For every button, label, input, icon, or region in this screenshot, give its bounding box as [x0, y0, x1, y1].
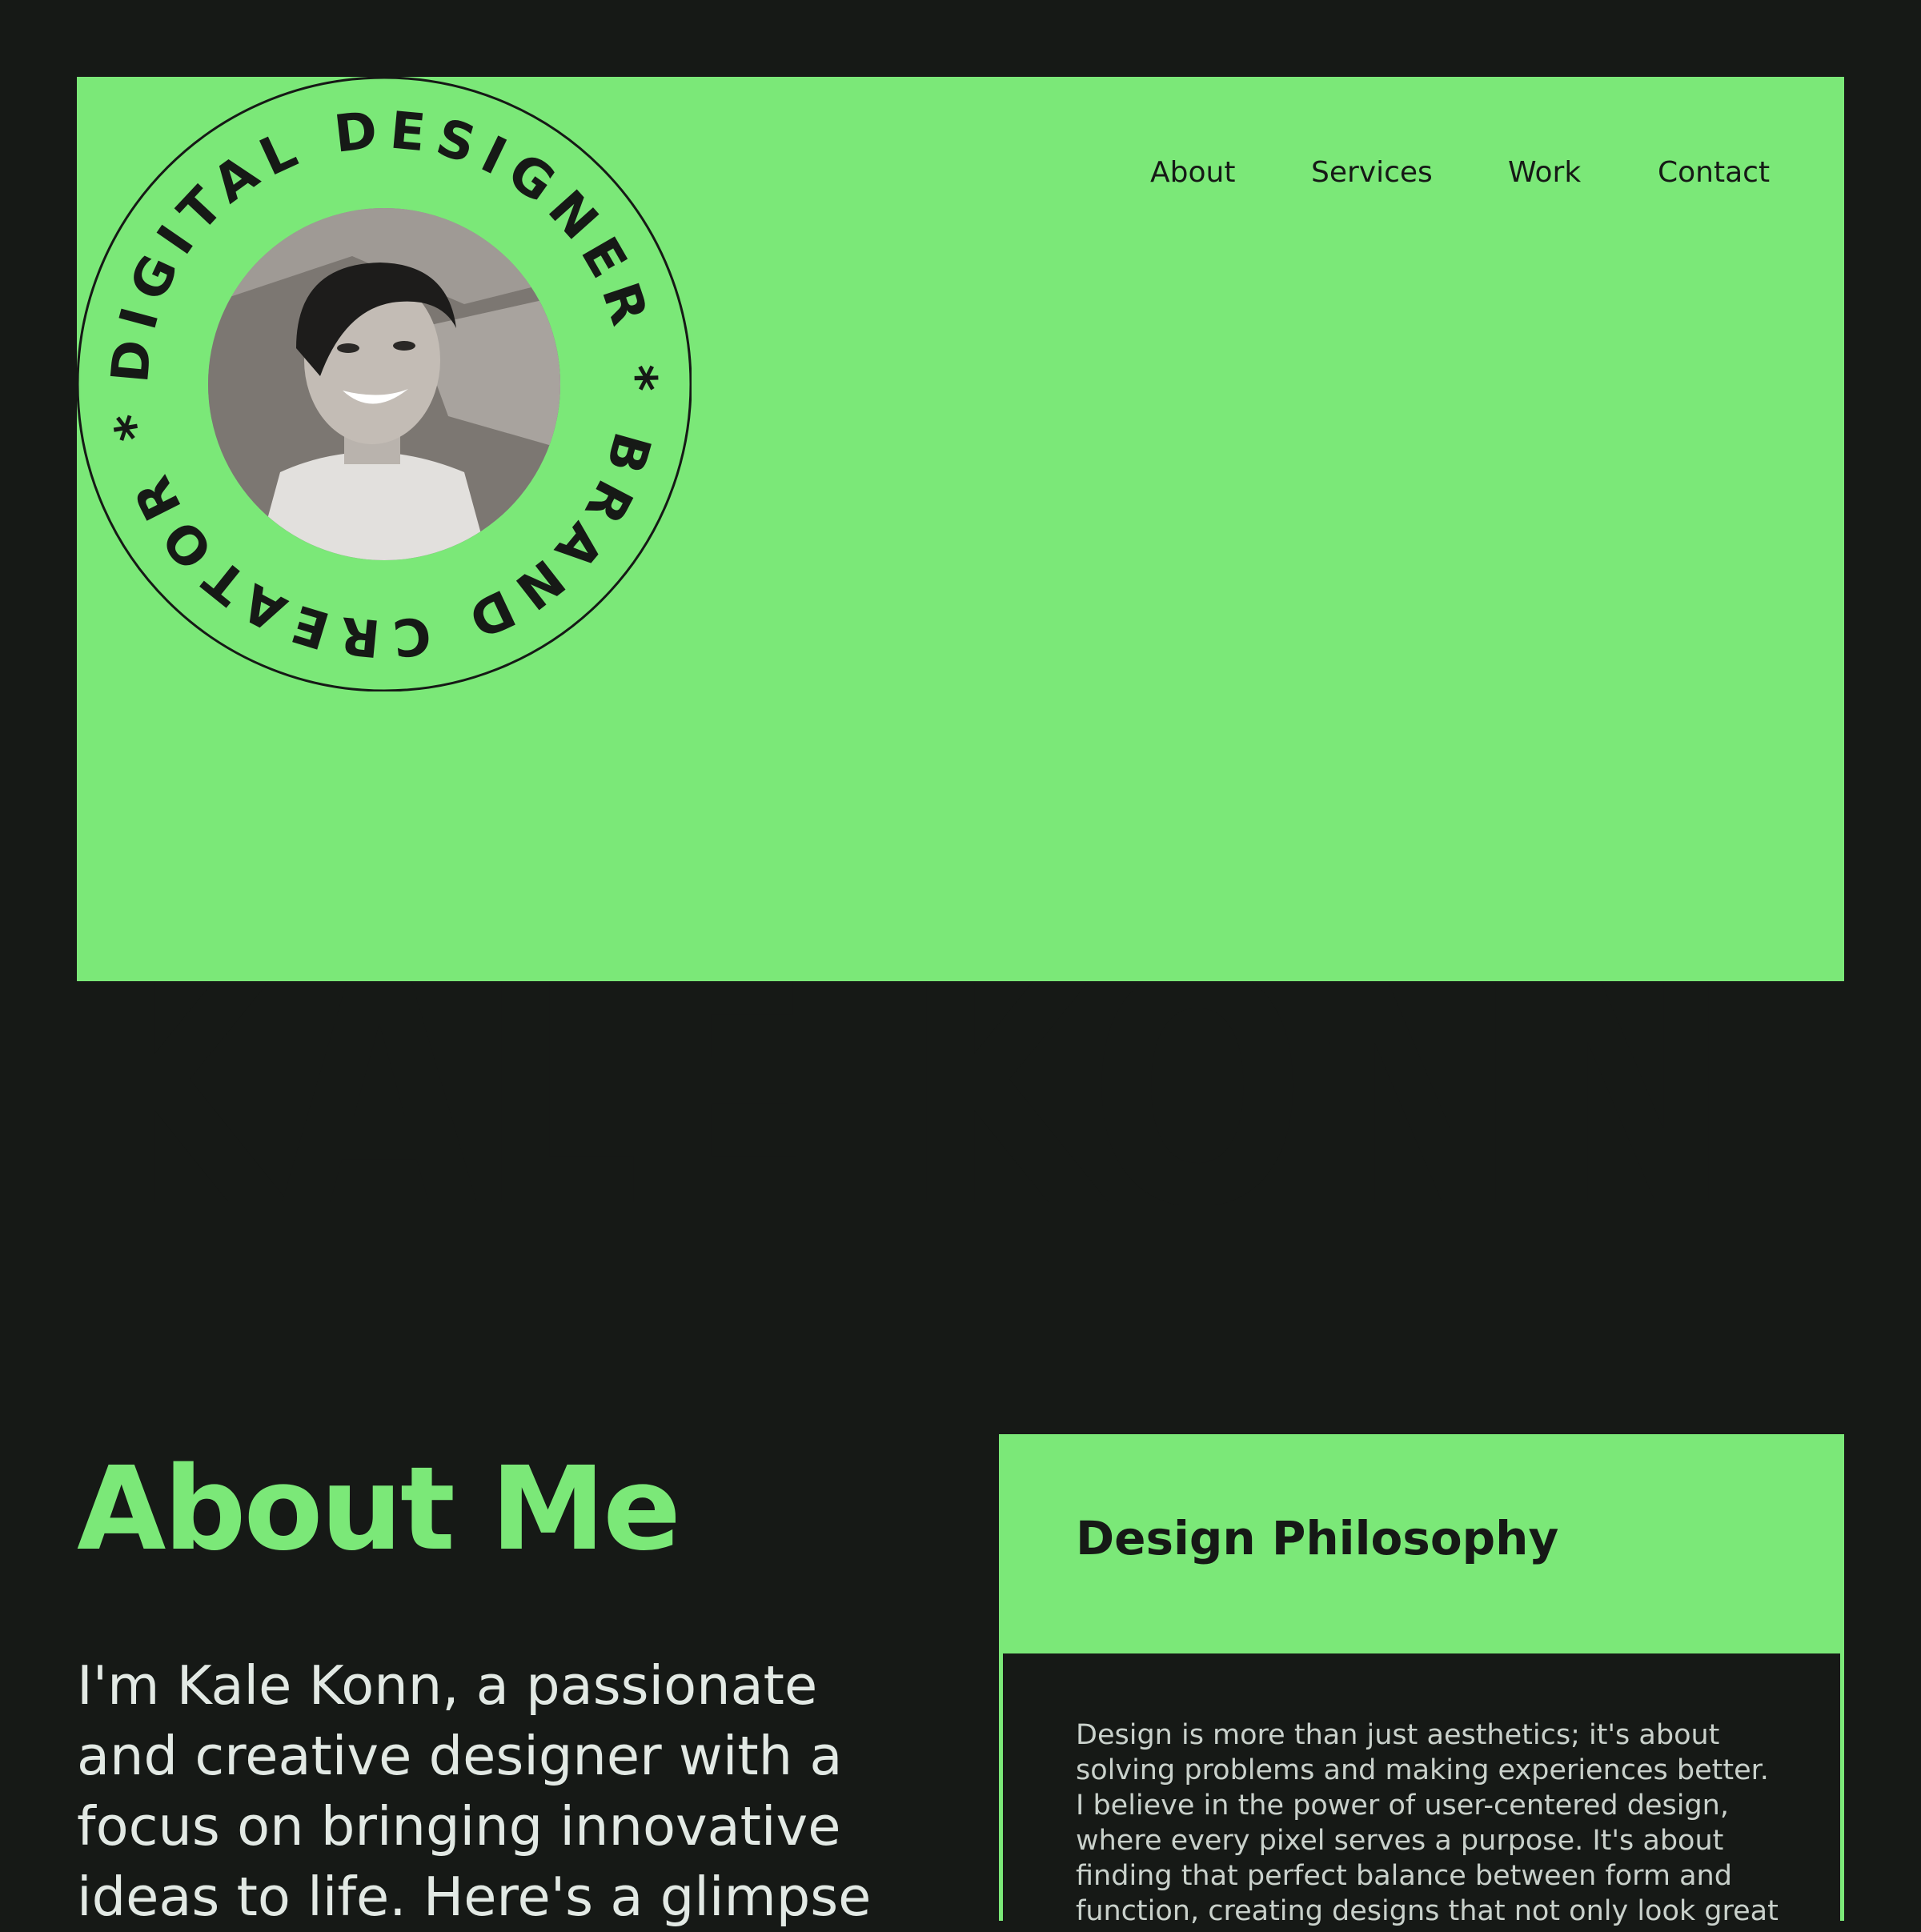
- design-philosophy-body: Design is more than just aesthetics; it'…: [1003, 1653, 1840, 1927]
- nav-link-services[interactable]: Services: [1311, 150, 1433, 195]
- nav-link-contact[interactable]: Contact: [1658, 150, 1770, 195]
- design-philosophy-card: Design Philosophy Design is more than ju…: [999, 1434, 1844, 1927]
- about-heading: About Me: [77, 1441, 681, 1576]
- hero-name-text: KALE KONN: [83, 981, 1732, 1205]
- hero-name: KALE KONN: [77, 981, 1844, 1205]
- about-intro: I'm Kale Konn, a passionate and creative…: [77, 1654, 872, 1928]
- profile-photo: [208, 208, 560, 560]
- profile-badge: DIGITAL DESIGNER * BRAND CREATOR *: [76, 76, 692, 692]
- design-philosophy-text: Design is more than just aesthetics; it'…: [1076, 1719, 1779, 1927]
- nav-link-about[interactable]: About: [1150, 150, 1235, 195]
- nav-link-work[interactable]: Work: [1508, 150, 1581, 195]
- design-philosophy-title: Design Philosophy: [1076, 1511, 1559, 1565]
